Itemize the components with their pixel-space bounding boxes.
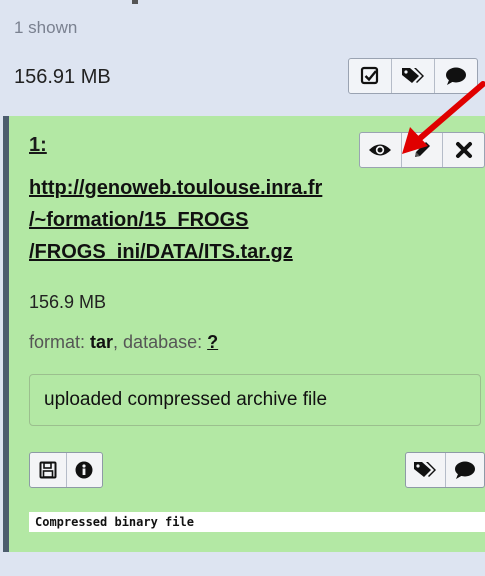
select-items-button[interactable] xyxy=(349,59,392,93)
check-square-icon xyxy=(360,66,379,85)
dataset-title-line: http://genoweb.toulouse.inra.fr xyxy=(29,177,323,199)
dataset-info: uploaded compressed archive file xyxy=(29,374,481,426)
close-icon xyxy=(455,142,472,158)
tags-icon xyxy=(402,68,424,83)
tags-icon xyxy=(414,462,437,477)
dataset-size: 156.9 MB xyxy=(29,292,107,312)
dataset-actions xyxy=(359,132,485,168)
dataset-tags-button[interactable] xyxy=(406,453,446,487)
dataset-format-line: format: tar, database: ? xyxy=(29,332,218,353)
dataset-hid[interactable]: 1: xyxy=(29,134,47,157)
shown-count: 1 shown xyxy=(14,18,78,37)
database-value-link[interactable]: ? xyxy=(207,332,218,352)
clipped-element xyxy=(132,0,138,4)
history-tags-button[interactable] xyxy=(392,59,435,93)
dataset-left-toolbar xyxy=(29,452,103,488)
eye-icon xyxy=(369,144,392,156)
dataset-annotation-button[interactable] xyxy=(446,453,485,487)
comment-icon xyxy=(454,461,475,479)
format-value: tar xyxy=(90,332,114,352)
edit-attributes-button[interactable] xyxy=(402,133,444,167)
info-icon xyxy=(75,461,93,479)
dataset-title[interactable]: http://genoweb.toulouse.inra.fr /~format… xyxy=(29,172,469,268)
history-toolbar xyxy=(348,58,478,94)
save-icon xyxy=(39,461,57,479)
dataset-right-toolbar xyxy=(405,452,485,488)
top-edge xyxy=(0,0,485,8)
view-data-button[interactable] xyxy=(360,133,402,167)
dataset-item: 1: http://genoweb.toulouse.inra.fr /~for… xyxy=(3,116,485,552)
dataset-peek: Compressed binary file xyxy=(29,512,485,532)
download-button[interactable] xyxy=(30,453,67,487)
history-size: 156.91 MB xyxy=(14,66,111,88)
delete-button[interactable] xyxy=(443,133,484,167)
dataset-title-line: /FROGS_ini/DATA/ITS.tar.gz xyxy=(29,241,293,263)
pencil-icon xyxy=(415,142,430,157)
dataset-title-line: /~formation/15_FROGS xyxy=(29,209,249,231)
comment-icon xyxy=(446,67,466,85)
dataset-details-button[interactable] xyxy=(67,453,103,487)
database-label: , database: xyxy=(113,332,203,352)
history-annotation-button[interactable] xyxy=(435,59,477,93)
format-label: format: xyxy=(29,332,86,352)
